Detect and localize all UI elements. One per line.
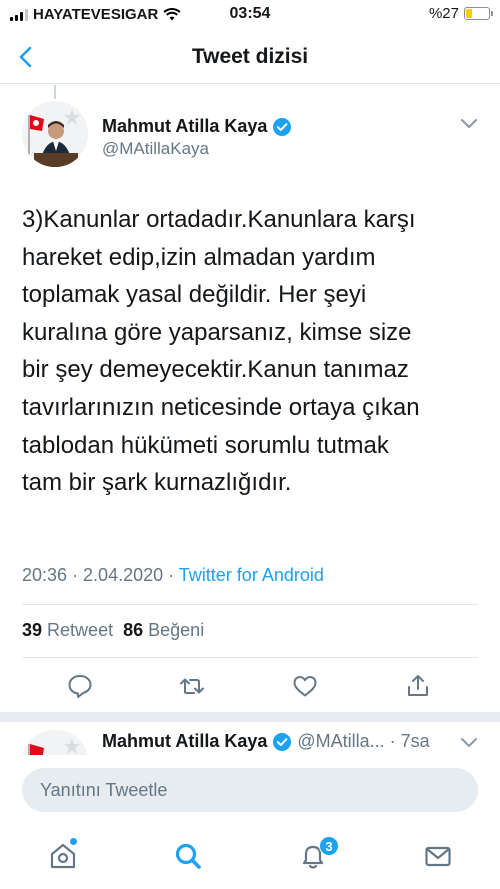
like-label: Beğeni [148,620,205,640]
home-unread-dot [70,838,77,845]
retweet-stat[interactable]: 39 Retweet [22,620,113,641]
thread-line [54,85,56,99]
battery-percent: %27 [428,5,459,22]
composer-bar [0,755,500,825]
notification-badge: 3 [319,836,339,856]
author-handle[interactable]: @MAtillaKaya [102,139,209,159]
tweet-stats: 39 Retweet 86 Beğeni [22,620,204,641]
reply-handle-time: @MAtilla... · 7sa [297,731,430,751]
divider [22,604,478,605]
battery-fill [466,9,472,18]
tweet-text: 3)Kanunlar ortadadır.Kanunlara karşı har… [22,206,420,497]
retweet-count: 39 [22,620,43,640]
nav-bar: Tweet dizisi [0,32,500,84]
retweet-label: Retweet [47,620,114,640]
battery-icon [464,7,493,20]
tweet-actions [0,668,500,708]
status-bar: HAYATEVESIGAR 03:54 %27 [0,0,500,32]
tweet-source-link[interactable]: Twitter for Android [179,565,324,585]
verified-badge-icon [273,732,292,751]
chevron-down-icon[interactable] [460,116,478,130]
reply-author-name: Mahmut Atilla Kaya [102,731,268,751]
reply-author[interactable]: Mahmut Atilla Kaya @MAtilla... · 7sa [102,731,430,752]
avatar[interactable] [22,101,88,167]
verified-badge-icon [273,117,292,136]
divider [22,657,478,658]
battery-group: %27 [428,5,493,22]
tab-bar [0,825,500,889]
avatar-image [22,101,88,167]
share-icon[interactable] [404,672,432,700]
tweet-meta: 20:36 · 2.04.2020 · Twitter for Android [22,565,324,586]
reply-input[interactable] [22,768,478,812]
like-count: 86 [123,620,144,640]
chevron-down-icon[interactable] [460,735,478,749]
like-stat[interactable]: 86 Beğeni [123,620,204,641]
reply-icon[interactable] [66,672,94,700]
tweet-timestamp: 20:36 · 2.04.2020 · [22,565,179,585]
retweet-icon[interactable] [178,672,206,700]
like-icon[interactable] [291,672,319,700]
page-title: Tweet dizisi [191,45,309,68]
author-name[interactable]: Mahmut Atilla Kaya [102,116,292,137]
author-name-text: Mahmut Atilla Kaya [102,116,268,136]
search-icon[interactable] [173,841,203,871]
home-icon[interactable] [48,841,78,871]
clock: 03:54 [229,5,271,22]
section-separator [0,712,500,722]
messages-icon[interactable] [423,841,453,871]
